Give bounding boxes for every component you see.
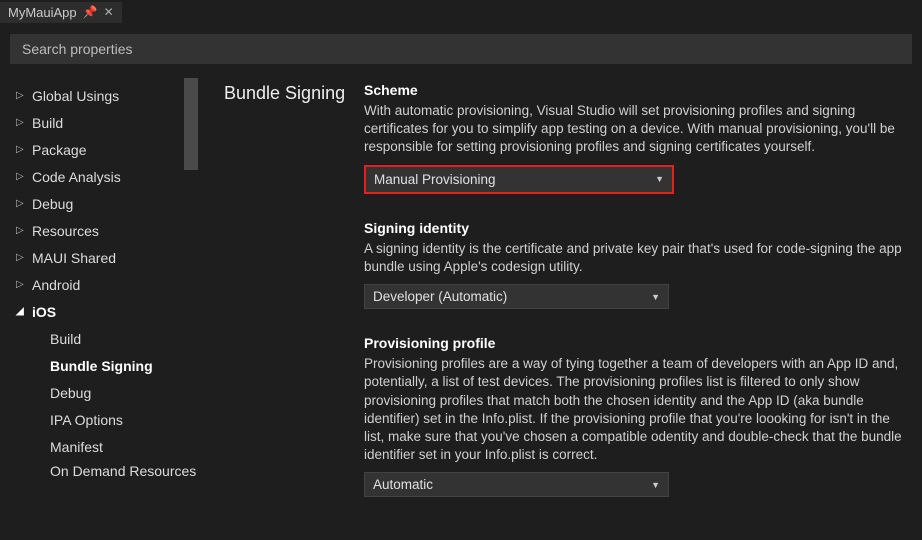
nav-label: Package	[32, 142, 86, 158]
tab-title: MyMauiApp	[8, 5, 77, 20]
identity-desc: A signing identity is the certificate an…	[364, 240, 910, 276]
scrollbar[interactable]	[184, 78, 198, 170]
nav-android[interactable]: ▷ Android	[16, 271, 200, 298]
caret-right-icon: ▷	[16, 279, 26, 290]
nav-label: Build	[50, 331, 81, 347]
caret-right-icon: ▷	[16, 171, 26, 182]
sidebar: ▷ Global Usings ▷ Build ▷ Package ▷ Code…	[0, 64, 200, 540]
content: Bundle Signing Scheme With automatic pro…	[200, 64, 922, 540]
field-scheme: Scheme With automatic provisioning, Visu…	[364, 82, 910, 194]
nav-label: Build	[32, 115, 63, 131]
nav-ios-on-demand-resources[interactable]: ▷ On Demand Resources	[34, 460, 200, 484]
search-row	[0, 24, 922, 64]
nav-label: Debug	[32, 196, 73, 212]
nav-label: MAUI Shared	[32, 250, 116, 266]
nav-package[interactable]: ▷ Package	[16, 136, 200, 163]
nav-build[interactable]: ▷ Build	[16, 109, 200, 136]
identity-select[interactable]: Developer (Automatic) ▼	[364, 284, 669, 309]
caret-down-icon: ◢	[16, 306, 26, 317]
pin-icon[interactable]: 📌	[83, 5, 98, 19]
profile-label: Provisioning profile	[364, 335, 910, 351]
nav-code-analysis[interactable]: ▷ Code Analysis	[16, 163, 200, 190]
scheme-select[interactable]: Manual Provisioning ▼	[364, 165, 674, 194]
close-icon[interactable]: ✕	[104, 5, 114, 19]
caret-right-icon: ▷	[16, 144, 26, 155]
nav-debug[interactable]: ▷ Debug	[16, 190, 200, 217]
nav-label: Global Usings	[32, 88, 119, 104]
tab-mymauiapp[interactable]: MyMauiApp 📌 ✕	[0, 2, 122, 23]
nav-label: Debug	[50, 385, 91, 401]
section-title: Bundle Signing	[224, 82, 364, 540]
nav-label: Android	[32, 277, 80, 293]
profile-select[interactable]: Automatic ▼	[364, 472, 669, 497]
chevron-down-icon: ▼	[651, 292, 660, 302]
nav-global-usings[interactable]: ▷ Global Usings	[16, 82, 200, 109]
field-provisioning-profile: Provisioning profile Provisioning profil…	[364, 335, 910, 497]
identity-value: Developer (Automatic)	[373, 289, 507, 304]
nav-ios-debug[interactable]: ▷ Debug	[34, 379, 200, 406]
nav-resources[interactable]: ▷ Resources	[16, 217, 200, 244]
profile-value: Automatic	[373, 477, 433, 492]
nav-label: Bundle Signing	[50, 358, 153, 374]
nav-label: Resources	[32, 223, 99, 239]
nav-label: Code Analysis	[32, 169, 121, 185]
nav-ios-ipa-options[interactable]: ▷ IPA Options	[34, 406, 200, 433]
scheme-label: Scheme	[364, 82, 910, 98]
scheme-desc: With automatic provisioning, Visual Stud…	[364, 102, 910, 157]
nav-maui-shared[interactable]: ▷ MAUI Shared	[16, 244, 200, 271]
nav-ios-sub: ▷ Build ▷ Bundle Signing ▷ Debug ▷ IPA O…	[16, 325, 200, 484]
nav-label: Manifest	[50, 439, 103, 455]
nav-ios-manifest[interactable]: ▷ Manifest	[34, 433, 200, 460]
nav-label: On Demand Resources	[50, 463, 196, 481]
identity-label: Signing identity	[364, 220, 910, 236]
caret-right-icon: ▷	[16, 90, 26, 101]
chevron-down-icon: ▼	[655, 174, 664, 184]
caret-right-icon: ▷	[16, 252, 26, 263]
nav-ios[interactable]: ◢ iOS	[16, 298, 200, 325]
profile-desc: Provisioning profiles are a way of tying…	[364, 355, 910, 464]
chevron-down-icon: ▼	[651, 480, 660, 490]
caret-right-icon: ▷	[16, 198, 26, 209]
nav-label: IPA Options	[50, 412, 123, 428]
nav-label: iOS	[32, 304, 56, 320]
tab-bar: MyMauiApp 📌 ✕	[0, 0, 922, 24]
field-signing-identity: Signing identity A signing identity is t…	[364, 220, 910, 309]
nav-ios-build[interactable]: ▷ Build	[34, 325, 200, 352]
search-input[interactable]	[10, 34, 912, 64]
scheme-value: Manual Provisioning	[374, 172, 496, 187]
caret-right-icon: ▷	[16, 117, 26, 128]
caret-right-icon: ▷	[16, 225, 26, 236]
nav-ios-bundle-signing[interactable]: ▷ Bundle Signing	[34, 352, 200, 379]
